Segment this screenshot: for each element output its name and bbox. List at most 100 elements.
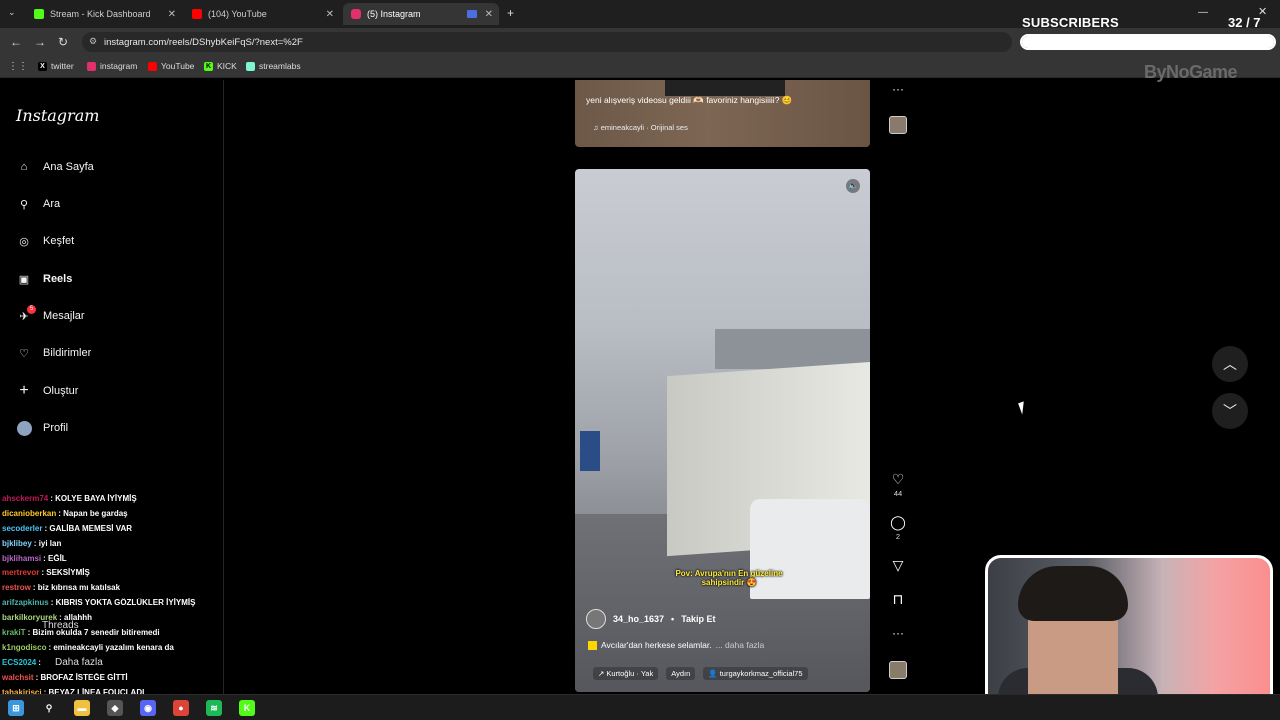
url-text: instagram.com/reels/DShybKeiFqS/?next=%2… bbox=[104, 37, 303, 48]
chat-username: bjklibey bbox=[2, 538, 32, 548]
app-icon[interactable]: ◆ bbox=[107, 700, 123, 716]
kick-icon bbox=[34, 9, 44, 19]
audio-tag[interactable]: ↗ Kurtoğlu · Yak bbox=[593, 667, 659, 680]
reel-overlay-text: Pov: Avrupa'nın En güzeline sahipsindir … bbox=[675, 569, 783, 587]
sidebar-item-create[interactable]: + Oluştur bbox=[16, 379, 78, 403]
chat-message: ahsckerm74: KOLYE BAYA İYİYMİŞ bbox=[2, 494, 224, 509]
apps-grid-icon[interactable]: ⋮⋮ bbox=[8, 61, 28, 72]
chrome-icon[interactable]: ● bbox=[173, 700, 189, 716]
chat-message: barkilkoryurek: allahhh bbox=[2, 613, 224, 628]
chat-text: SEKSİYMİŞ bbox=[46, 568, 90, 578]
discord-icon[interactable]: ◉ bbox=[140, 700, 156, 716]
chat-username: dicanioberkan bbox=[2, 508, 57, 518]
previous-reel-caption: yeni alışveriş videosu geldiii 🫶🏻 favori… bbox=[586, 95, 793, 105]
instagram-icon bbox=[351, 9, 361, 19]
sidebar-item-explore[interactable]: ◎ Keşfet bbox=[16, 229, 74, 253]
file-explorer-icon[interactable]: ▬ bbox=[74, 700, 90, 716]
windows-start-icon[interactable]: ⊞ bbox=[8, 700, 24, 716]
minimize-icon[interactable]: — bbox=[1198, 7, 1208, 18]
previous-reel[interactable]: yeni alışveriş videosu geldiii 🫶🏻 favori… bbox=[575, 80, 870, 147]
cast-icon bbox=[467, 10, 477, 18]
instagram-logo[interactable]: Instagram bbox=[16, 106, 99, 125]
tag-label: Aydın bbox=[671, 669, 691, 678]
bookmark-label: YouTube bbox=[161, 61, 195, 71]
tab-title: (104) YouTube bbox=[208, 9, 267, 19]
bookmark-kick[interactable]: K KICK bbox=[204, 61, 237, 71]
chat-username: krakiT bbox=[2, 628, 26, 638]
webcam-person-hair bbox=[1018, 566, 1128, 621]
bookmark-instagram[interactable]: instagram bbox=[87, 61, 137, 71]
save-button[interactable]: ⊓ bbox=[888, 591, 908, 608]
bookmarks-bar: ⋮⋮ Xtwitter instagram YouTube K KICK stre… bbox=[0, 56, 1280, 78]
chat-username: restrow bbox=[2, 583, 31, 593]
bookmark-youtube[interactable]: YouTube bbox=[148, 61, 194, 71]
new-tab-button[interactable]: + bbox=[507, 6, 514, 20]
comment-icon: ◯ bbox=[890, 514, 906, 530]
chat-text: allahhh bbox=[64, 613, 93, 623]
sidebar-item-reels[interactable]: ▣ Reels bbox=[16, 267, 73, 291]
kick-app-icon[interactable]: K bbox=[239, 700, 255, 716]
audio-thumbnail[interactable] bbox=[889, 661, 907, 679]
youtube-icon bbox=[148, 61, 157, 71]
heart-icon: ♡ bbox=[891, 471, 905, 487]
mute-icon[interactable]: 🔈 bbox=[846, 179, 860, 193]
sidebar-item-search[interactable]: ⚲ Ara bbox=[16, 192, 60, 216]
chat-username: bjklihamsi bbox=[2, 553, 42, 563]
reload-icon[interactable]: ↻ bbox=[58, 35, 68, 49]
search-icon[interactable]: ⚲ bbox=[41, 700, 57, 716]
sidebar-item-notifications[interactable]: ♡ Bildirimler bbox=[16, 341, 91, 365]
like-count: 44 bbox=[893, 489, 903, 498]
previous-reel-audio[interactable]: ♫ emineakcayli · Orijinal ses bbox=[593, 123, 688, 132]
bynogame-logo: ByNoGame bbox=[1144, 62, 1238, 82]
back-icon[interactable]: ← bbox=[10, 35, 22, 49]
avatar[interactable] bbox=[586, 609, 606, 629]
instagram-icon bbox=[87, 61, 96, 71]
comment-button[interactable]: ◯ 2 bbox=[888, 514, 908, 541]
chat-message: secoderler: GALİBA MEMESİ VAR bbox=[2, 524, 224, 539]
subscribers-count: 32 / 7 bbox=[1228, 15, 1261, 30]
sidebar-item-profile[interactable]: Profil bbox=[16, 416, 68, 440]
chat-text: biz kıbrısa mı katılsak bbox=[37, 583, 121, 593]
chat-message: mertrevor: SEKSİYMİŞ bbox=[2, 568, 224, 583]
user-tag[interactable]: 👤 turgaykorkmaz_official75 bbox=[703, 667, 808, 680]
reel-video[interactable]: 🔈 Pov: Avrupa'nın En güzeline sahipsindi… bbox=[575, 169, 870, 692]
share-button[interactable]: ▽ bbox=[888, 557, 908, 574]
prev-audio-thumbnail[interactable] bbox=[889, 116, 907, 134]
bookmark-twitter[interactable]: Xtwitter bbox=[38, 61, 74, 71]
url-input[interactable]: ⚙ instagram.com/reels/DShybKeiFqS/?next=… bbox=[82, 32, 1012, 52]
like-button[interactable]: ♡ 44 bbox=[888, 471, 908, 498]
sidebar-item-home[interactable]: ⌂ Ana Sayfa bbox=[16, 155, 94, 179]
next-reel-button[interactable]: ﹀ bbox=[1212, 393, 1248, 429]
subscribers-progress-bar bbox=[1020, 34, 1276, 50]
chat-username: secoderler bbox=[2, 523, 43, 533]
close-icon[interactable]: ✕ bbox=[485, 9, 493, 20]
more-options-button[interactable]: ··· bbox=[888, 626, 908, 640]
spotify-icon[interactable]: ≋ bbox=[206, 700, 222, 716]
tab-instagram[interactable]: (5) Instagram ✕ bbox=[343, 3, 499, 25]
tab-kick-dashboard[interactable]: Stream - Kick Dashboard ✕ bbox=[26, 3, 182, 25]
bookmark-icon: ⊓ bbox=[892, 591, 904, 607]
follow-button[interactable]: Takip Et bbox=[681, 614, 715, 624]
chat-message: k1ngodisco: emineakcayli yazalım kenara … bbox=[2, 643, 224, 658]
reel-username[interactable]: 34_ho_1637 bbox=[613, 614, 664, 624]
prev-more-icon[interactable]: ··· bbox=[888, 82, 908, 96]
chat-message: dicanioberkan: Napan be gardaş bbox=[2, 509, 224, 524]
tab-list-icon[interactable]: ⌄ bbox=[8, 7, 16, 18]
tag-label: turgaykorkmaz_official75 bbox=[719, 669, 803, 678]
chat-text: BROFAZ İSTEĞE GİTTİ bbox=[40, 672, 128, 682]
tab-youtube[interactable]: (104) YouTube ✕ bbox=[184, 3, 340, 25]
location-tag[interactable]: Aydın bbox=[666, 667, 696, 680]
bookmark-streamlabs[interactable]: streamlabs bbox=[246, 61, 301, 71]
previous-reel-button[interactable]: ︿ bbox=[1212, 346, 1248, 382]
site-info-icon[interactable]: ⚙ bbox=[89, 36, 97, 47]
chat-message: restrow: biz kıbrısa mı katılsak bbox=[2, 583, 224, 598]
subscribers-title: SUBSCRIBERS bbox=[1022, 15, 1119, 30]
chat-text: iyi lan bbox=[38, 538, 62, 548]
sidebar-item-label: Ara bbox=[43, 198, 61, 210]
home-icon: ⌂ bbox=[20, 161, 28, 173]
more-link[interactable]: ... daha fazla bbox=[716, 640, 765, 650]
close-icon[interactable]: ✕ bbox=[326, 9, 334, 20]
forward-icon[interactable]: → bbox=[34, 35, 46, 49]
close-icon[interactable]: ✕ bbox=[168, 9, 176, 20]
chat-username: ECS2024 bbox=[2, 657, 37, 667]
